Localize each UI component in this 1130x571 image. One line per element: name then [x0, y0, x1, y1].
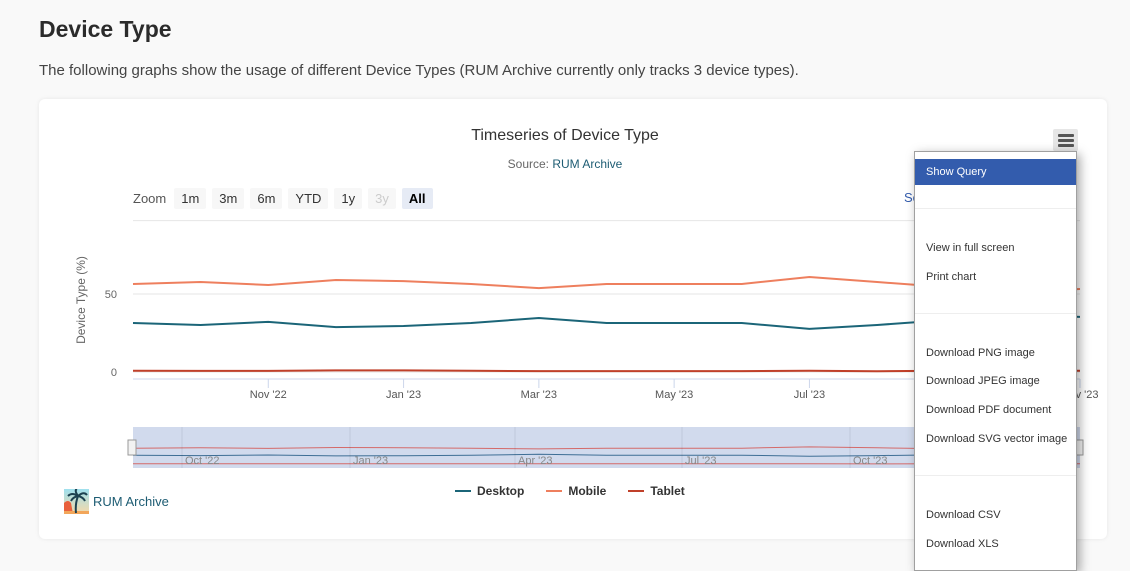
menu-item-download-pdf[interactable]: Download PDF document: [915, 397, 1076, 423]
legend-label-mobile: Mobile: [568, 484, 606, 498]
menu-separator: [915, 313, 1076, 314]
menu-item-download-png[interactable]: Download PNG image: [915, 340, 1076, 366]
y-tick-label: 0: [111, 367, 117, 379]
navigator-tick-label: Jan '23: [353, 455, 388, 467]
menu-item-print-chart[interactable]: Print chart: [915, 264, 1076, 290]
navigator-tick-label: Jul '23: [685, 455, 716, 467]
chart-menu-button[interactable]: [1053, 129, 1078, 151]
legend-swatch-tablet: [628, 490, 644, 492]
legend-item-desktop[interactable]: Desktop: [455, 484, 524, 498]
hamburger-menu-icon-bar: [1058, 144, 1074, 147]
x-tick-label: Mar '23: [521, 389, 557, 401]
navigator-tick-label: Apr '23: [518, 455, 553, 467]
legend-swatch-desktop: [455, 490, 471, 492]
menu-item-download-jpeg[interactable]: Download JPEG image: [915, 368, 1076, 394]
chart-legend: Desktop Mobile Tablet: [455, 484, 685, 498]
legend-label-tablet: Tablet: [650, 484, 684, 498]
chart-context-menu: Show Query View in full screen Print cha…: [914, 151, 1077, 571]
menu-item-download-xls[interactable]: Download XLS: [915, 531, 1076, 557]
legend-item-tablet[interactable]: Tablet: [628, 484, 684, 498]
navigator-tick-label: Oct '22: [185, 455, 220, 467]
menu-item-download-svg[interactable]: Download SVG vector image: [915, 426, 1076, 452]
menu-item-show-query[interactable]: Show Query: [915, 159, 1076, 185]
menu-item-full-screen[interactable]: View in full screen: [915, 235, 1076, 261]
credits-text: RUM Archive: [93, 494, 169, 509]
x-tick-label: Nov '22: [250, 389, 287, 401]
legend-label-desktop: Desktop: [477, 484, 524, 498]
credits-logo[interactable]: RUM Archive: [64, 489, 169, 514]
hamburger-menu-icon-bar: [1058, 139, 1074, 142]
navigator-tick-label: Oct '23: [853, 455, 888, 467]
menu-separator: [915, 475, 1076, 476]
legend-swatch-mobile: [546, 490, 562, 492]
palm-tree-icon: [64, 489, 89, 514]
y-axis-ticks: 0 50: [105, 289, 117, 379]
x-tick-label: May '23: [655, 389, 693, 401]
menu-separator: [915, 208, 1076, 209]
x-tick-label: Jan '23: [386, 389, 421, 401]
menu-item-download-csv[interactable]: Download CSV: [915, 502, 1076, 528]
legend-item-mobile[interactable]: Mobile: [546, 484, 606, 498]
y-tick-label: 50: [105, 289, 117, 301]
y-axis-label: Device Type (%): [74, 256, 88, 344]
x-tick-label: Jul '23: [794, 389, 825, 401]
navigator-left-handle[interactable]: [128, 440, 136, 455]
hamburger-menu-icon: [1058, 134, 1074, 137]
